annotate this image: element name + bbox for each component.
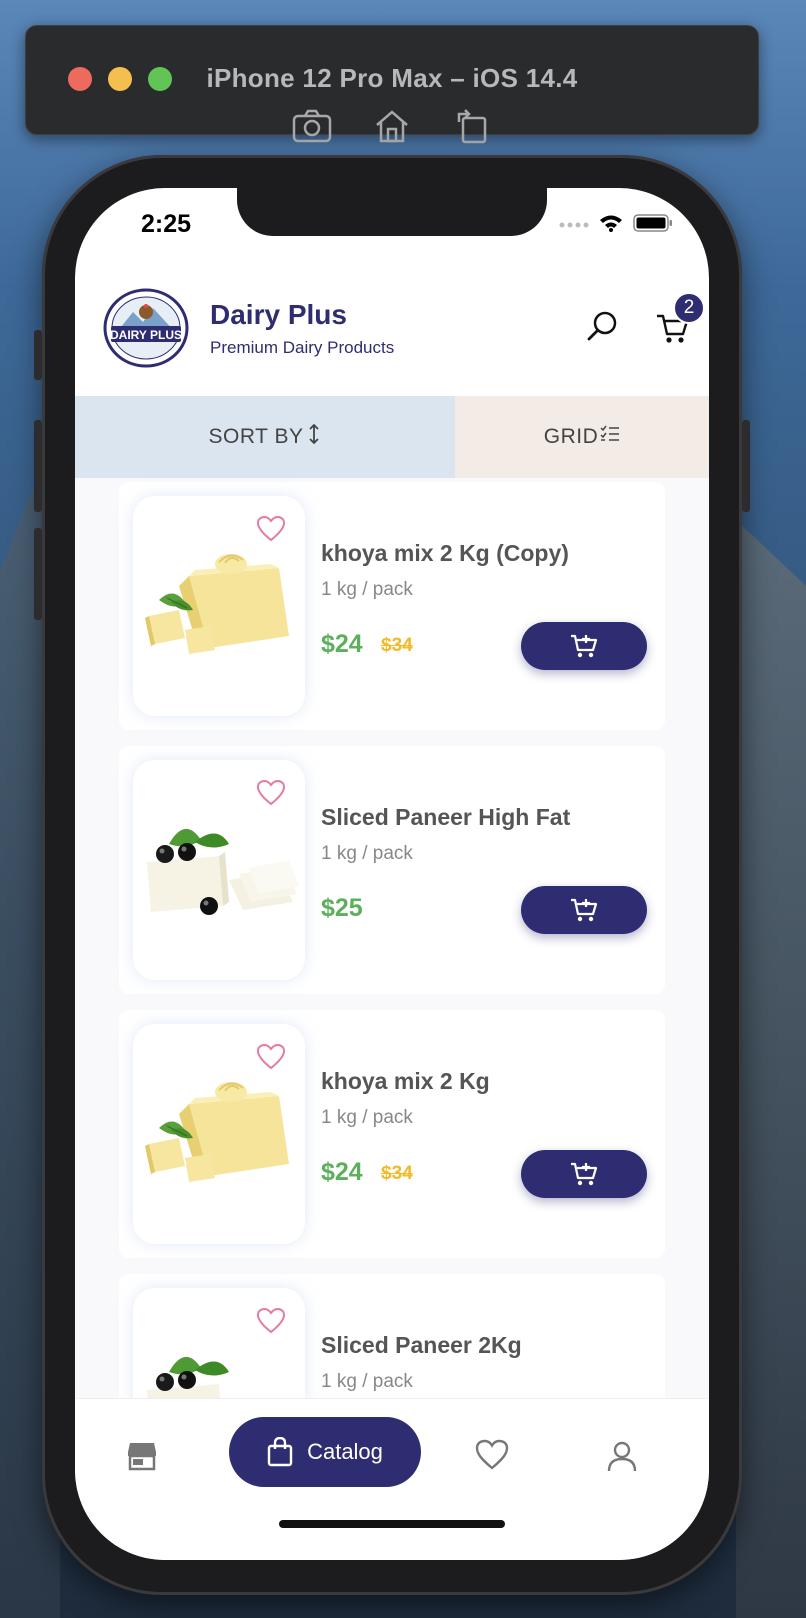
app-screen: 2:25 DAIRY PLUS Dairy Plus Premium Dairy… xyxy=(75,188,709,1560)
paneer-image xyxy=(139,1338,299,1398)
status-time: 2:25 xyxy=(141,210,192,238)
add-cart-icon xyxy=(571,1162,598,1186)
silent-switch xyxy=(34,330,42,380)
sort-by-button[interactable]: SORT BY xyxy=(75,396,455,478)
screenshot-icon[interactable] xyxy=(292,106,332,146)
product-thumbnail[interactable] xyxy=(133,760,305,980)
list-view-icon xyxy=(600,425,620,449)
heart-icon[interactable] xyxy=(475,1439,509,1473)
product-unit: 1 kg / pack xyxy=(321,1371,413,1392)
butter-image xyxy=(139,546,299,666)
product-name[interactable]: khoya mix 2 Kg (Copy) xyxy=(321,540,569,567)
product-unit: 1 kg / pack xyxy=(321,579,413,600)
home-indicator[interactable] xyxy=(279,1520,505,1528)
product-list[interactable]: khoya mix 2 Kg (Copy) 1 kg / pack $24 $3… xyxy=(75,478,709,1398)
product-price: $25 xyxy=(321,894,363,922)
product-card[interactable]: Sliced Paneer 2Kg 1 kg / pack xyxy=(119,1274,665,1398)
product-card[interactable]: khoya mix 2 Kg (Copy) 1 kg / pack $24 $3… xyxy=(119,482,665,730)
grid-view-button[interactable]: GRID xyxy=(455,396,709,478)
product-name[interactable]: Sliced Paneer High Fat xyxy=(321,804,570,831)
product-card[interactable]: khoya mix 2 Kg 1 kg / pack $24 $34 xyxy=(119,1010,665,1258)
sort-arrows-icon xyxy=(307,423,321,451)
product-name[interactable]: khoya mix 2 Kg xyxy=(321,1068,490,1095)
product-card[interactable]: Sliced Paneer High Fat 1 kg / pack $25 xyxy=(119,746,665,994)
simulator-title: iPhone 12 Pro Max – iOS 14.4 xyxy=(206,63,578,93)
add-to-cart-button[interactable] xyxy=(521,886,647,934)
product-old-price: $34 xyxy=(381,635,413,656)
product-price: $24 xyxy=(321,1158,363,1186)
grid-label: GRID xyxy=(543,425,599,448)
logo-text: DAIRY PLUS xyxy=(110,328,182,342)
bottom-navigation: Catalog xyxy=(75,1398,709,1560)
catalog-bag-icon xyxy=(267,1437,293,1467)
cart-count-badge: 2 xyxy=(673,292,705,324)
profile-icon[interactable] xyxy=(605,1439,639,1473)
product-old-price: $34 xyxy=(381,1163,413,1184)
heart-icon[interactable] xyxy=(256,1043,286,1070)
volume-down-button xyxy=(34,528,42,620)
brand-subtitle: Premium Dairy Products xyxy=(210,338,395,357)
search-icon[interactable] xyxy=(585,308,621,344)
brand-title: Dairy Plus xyxy=(210,299,347,330)
catalog-label: Catalog xyxy=(307,1439,383,1464)
product-unit: 1 kg / pack xyxy=(321,843,413,864)
add-to-cart-button[interactable] xyxy=(521,622,647,670)
background-mountain-right xyxy=(736,520,806,1618)
paneer-image xyxy=(139,810,299,930)
wifi-icon xyxy=(599,214,623,237)
product-price: $24 xyxy=(321,630,363,658)
butter-image xyxy=(139,1074,299,1194)
add-cart-icon xyxy=(571,634,598,658)
product-thumbnail[interactable] xyxy=(133,1288,305,1398)
store-icon[interactable] xyxy=(125,1439,159,1473)
product-thumbnail[interactable] xyxy=(133,1024,305,1244)
battery-icon xyxy=(633,214,673,237)
sort-by-label: SORT BY xyxy=(208,425,304,448)
product-name[interactable]: Sliced Paneer 2Kg xyxy=(321,1332,522,1359)
notch xyxy=(237,188,547,236)
catalog-tab[interactable]: Catalog xyxy=(229,1417,421,1487)
simulator-title-bar: iPhone 12 Pro Max – iOS 14.4 xyxy=(25,25,759,144)
signal-icon xyxy=(559,217,589,235)
heart-icon[interactable] xyxy=(256,779,286,806)
heart-icon[interactable] xyxy=(256,515,286,542)
add-cart-icon xyxy=(571,898,598,922)
dairy-plus-logo: DAIRY PLUS xyxy=(103,288,189,368)
home-icon[interactable] xyxy=(372,106,412,146)
volume-up-button xyxy=(34,420,42,512)
heart-icon[interactable] xyxy=(256,1307,286,1334)
product-thumbnail[interactable] xyxy=(133,496,305,716)
power-button xyxy=(742,420,750,512)
rotate-icon[interactable] xyxy=(452,106,492,146)
add-to-cart-button[interactable] xyxy=(521,1150,647,1198)
product-unit: 1 kg / pack xyxy=(321,1107,413,1128)
